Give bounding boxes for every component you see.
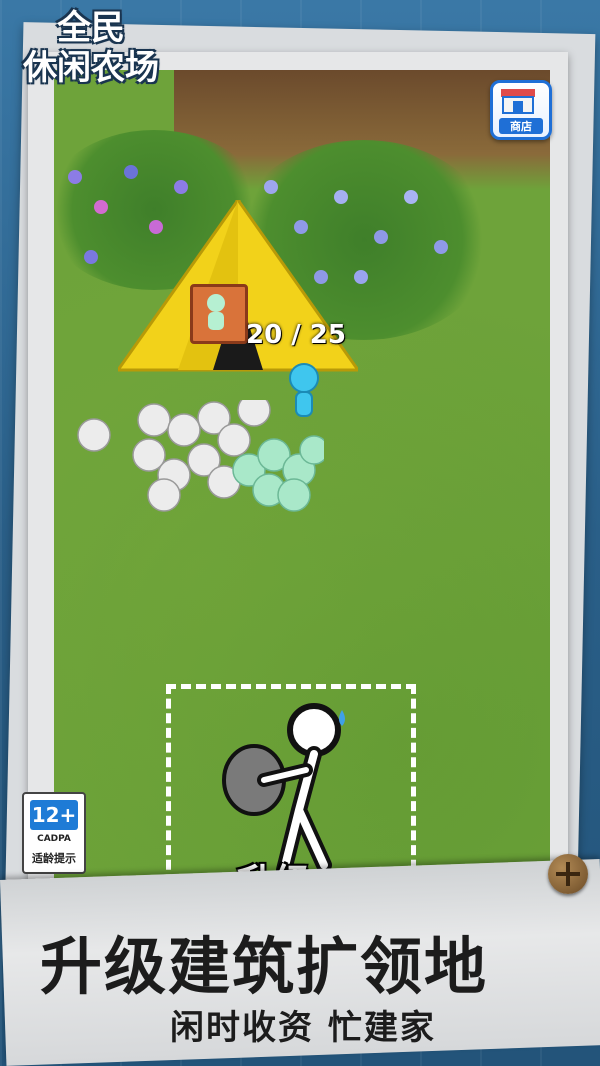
shop-label: 商店: [499, 118, 543, 134]
flower: [264, 180, 278, 194]
worker-icon: [207, 294, 225, 330]
flower: [94, 200, 108, 214]
flower: [404, 190, 418, 204]
shop-icon: [501, 89, 535, 114]
game-title-line2: 休闲农场: [23, 48, 159, 88]
player-character: [289, 363, 319, 417]
game-viewport[interactable]: 20 / 25: [54, 70, 550, 910]
worker-badge: [190, 284, 248, 344]
flower: [68, 170, 82, 184]
screw-decoration: [548, 854, 588, 894]
banner-title: 升级建筑扩领地: [40, 930, 489, 1003]
flower: [174, 180, 188, 194]
flower: [434, 240, 448, 254]
flower: [124, 165, 138, 179]
age-rating-tip: 适龄提示: [32, 852, 76, 865]
age-rating-value: 12+: [30, 800, 78, 830]
worker-counter: 20 / 25: [246, 320, 346, 350]
game-title-line1: 全民: [57, 8, 125, 48]
shop-button[interactable]: 商店: [490, 80, 552, 140]
flower: [374, 230, 388, 244]
game-logo: 全民 休闲农场: [6, 8, 176, 88]
flower: [84, 250, 98, 264]
banner-subtitle: 闲时收资 忙建家: [170, 1008, 436, 1048]
age-rating-org: CADPA: [37, 834, 71, 844]
age-rating-badge: 12+ CADPA 适龄提示: [22, 792, 86, 874]
